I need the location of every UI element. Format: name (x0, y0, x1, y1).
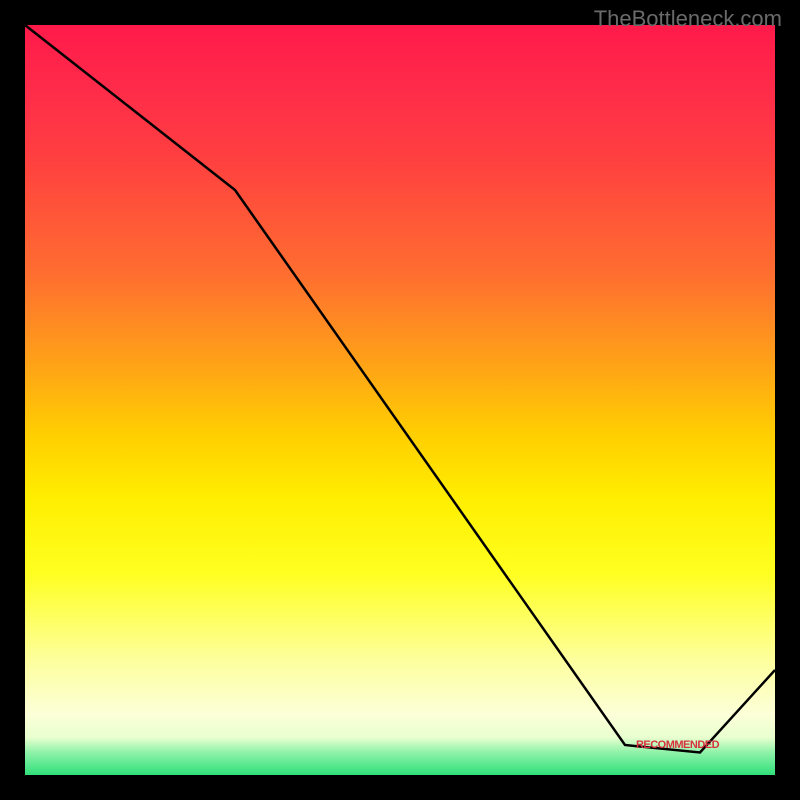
watermark-text: TheBottleneck.com (594, 6, 782, 32)
chart-plot-area: RECOMMENDED (25, 25, 775, 775)
chart-svg (25, 25, 775, 775)
chart-curve (25, 25, 775, 753)
chart-annotation-recommended: RECOMMENDED (636, 739, 719, 751)
